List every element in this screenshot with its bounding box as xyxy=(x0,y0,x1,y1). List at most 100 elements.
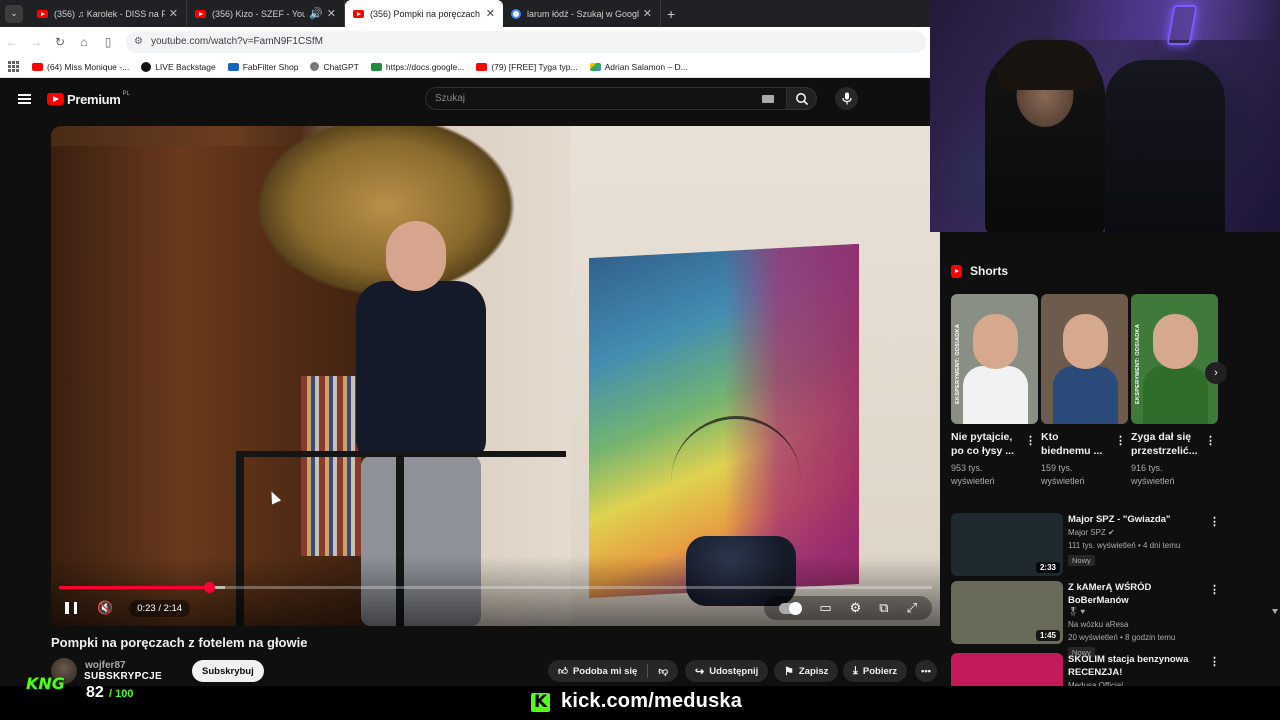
video-thumbnail[interactable]: 1:45 xyxy=(951,581,1063,644)
autoplay-toggle[interactable] xyxy=(779,601,803,615)
video-title[interactable]: Major SPZ - "Gwiazda" xyxy=(1068,513,1208,526)
save-button[interactable]: ⚑ Zapisz xyxy=(774,660,839,682)
tab-close-icon[interactable]: ✕ xyxy=(486,7,495,20)
bookmark-item[interactable]: (64) Miss Monique -... xyxy=(32,62,129,72)
share-button[interactable]: ↪ Udostępnij xyxy=(685,660,769,682)
subscribe-button[interactable]: Subskrybuj xyxy=(192,660,264,682)
like-button[interactable]: 👍︎ Podoba mi się xyxy=(548,660,647,682)
subscription-goal: KNG SUBSKRYPCJE 82 / 100 xyxy=(6,660,186,708)
more-vertical-icon[interactable]: ⋮ xyxy=(1025,434,1036,447)
bookmark-item[interactable]: (79) [FREE] Tyga typ... xyxy=(476,62,578,72)
player-controls-right: ▭ ⚙ ⧉ ⤢ xyxy=(764,596,932,620)
thumb-face xyxy=(1063,314,1108,369)
miniplayer-icon[interactable]: ⧉ xyxy=(879,600,888,616)
tab-close-icon[interactable]: ✕ xyxy=(643,7,652,20)
recommended-item[interactable]: 2:33 Major SPZ - "Gwiazda" Major SPZ ✔ 111 … xyxy=(951,513,1226,577)
progress-played xyxy=(59,586,210,589)
bookmark-item[interactable]: LIVE Backstage xyxy=(141,61,216,72)
tab-3[interactable]: larum łódź - Szukaj w Google ✕ xyxy=(503,0,661,27)
audio-icon[interactable]: 🔊 xyxy=(309,7,323,20)
tab-title: (356) Kizo - SZEF - YouTube xyxy=(212,8,305,19)
more-vertical-icon[interactable]: ⋮ xyxy=(1115,434,1126,447)
new-tab-icon[interactable]: + xyxy=(667,6,675,22)
search-button[interactable] xyxy=(787,87,817,110)
short-thumbnail[interactable]: EKSPERYMENT: ODSIADKA xyxy=(1131,294,1218,424)
new-badge: Nowy xyxy=(1068,555,1095,566)
microphone-icon xyxy=(841,92,852,105)
download-button[interactable]: ⤓ Pobierz xyxy=(843,660,908,682)
bookmark-item[interactable]: FabFilter Shop xyxy=(227,62,298,72)
split-view-icon[interactable]: ▯ xyxy=(96,35,120,49)
url-input[interactable]: ⚙ youtube.com/watch?v=FamN9F1CSfM xyxy=(126,30,926,53)
more-vertical-icon[interactable]: ⋮ xyxy=(1209,655,1220,668)
progress-bar[interactable] xyxy=(59,582,932,593)
channel-name[interactable]: Major SPZ ✔ xyxy=(1068,528,1115,537)
kick-logo-icon xyxy=(531,692,550,712)
voice-search-button[interactable] xyxy=(835,87,858,110)
subtitles-icon[interactable]: ▭ xyxy=(819,600,831,616)
menu-icon[interactable] xyxy=(18,92,31,107)
tab-title: (356) Pompki na poręczach z fo xyxy=(370,8,482,19)
mute-icon[interactable]: 🔇 xyxy=(97,600,113,616)
shorts-next-button[interactable]: › xyxy=(1205,362,1227,384)
more-vertical-icon[interactable]: ⋮ xyxy=(1209,515,1220,528)
google-drive-icon xyxy=(589,62,601,71)
video-title[interactable]: SKOLIM stacja benzynowa RECENZJA! xyxy=(1068,653,1208,679)
more-vertical-icon[interactable]: ⋮ xyxy=(1209,583,1220,596)
scroll-down-icon[interactable] xyxy=(1272,609,1278,614)
forward-icon[interactable]: → xyxy=(24,35,48,49)
short-title[interactable]: Nie pytajcie, po co łysy ... xyxy=(951,430,1017,458)
home-icon[interactable]: ⌂ xyxy=(72,35,96,49)
channel-name[interactable]: Na wózku aResa xyxy=(1068,620,1128,629)
tab-close-icon[interactable]: ✕ xyxy=(169,7,178,20)
short-thumbnail[interactable]: EKSPERYMENT: ODSIADKA xyxy=(951,294,1038,424)
dislike-button[interactable]: 👎︎ xyxy=(648,660,678,682)
tab-title: larum łódź - Szukaj w Google xyxy=(527,8,639,19)
short-title[interactable]: Zyga dał się przestrzelić... xyxy=(1131,430,1198,458)
pause-icon[interactable] xyxy=(65,602,77,614)
search-input[interactable]: Szukaj xyxy=(425,87,787,110)
bookmark-item[interactable]: ChatGPT xyxy=(310,62,359,72)
king-logo: KNG xyxy=(26,674,65,693)
goal-label: SUBSKRYPCJE xyxy=(84,671,162,682)
keyboard-icon[interactable] xyxy=(762,95,774,103)
short-title[interactable]: Kto biednemu ... xyxy=(1041,430,1107,458)
fullscreen-icon[interactable]: ⤢ xyxy=(907,600,917,616)
browser-tab-strip: ⌄ (356) ♫ Karolek - DISS na Pobl ✕ (356)… xyxy=(0,0,930,27)
back-icon[interactable]: ← xyxy=(0,35,24,49)
bookmark-item[interactable]: Adrian Salamon – D... xyxy=(589,62,688,72)
youtube-logo[interactable]: Premium PL xyxy=(47,91,130,107)
download-icon: ⤓ xyxy=(853,664,858,677)
short-card[interactable]: EKSPERYMENT: ODSIADKA Zyga dał się przest… xyxy=(1131,294,1218,488)
short-thumbnail[interactable] xyxy=(1041,294,1128,424)
thumb-face xyxy=(1153,314,1198,369)
bookmarks-bar: (64) Miss Monique -... LIVE Backstage Fa… xyxy=(0,56,930,78)
settings-gear-icon[interactable]: ⚙ xyxy=(850,600,862,616)
more-vertical-icon[interactable]: ⋮ xyxy=(1205,434,1216,447)
short-card[interactable]: EKSPERYMENT: ODSIADKA Nie pytajcie, po co… xyxy=(951,294,1038,488)
shorts-header: Shorts xyxy=(951,262,1008,280)
video-title[interactable]: Z kAMerĄ WŚRÓD BoBerManów xyxy=(1068,581,1208,607)
tab-close-icon[interactable]: ✕ xyxy=(327,7,336,20)
apps-grid-icon[interactable] xyxy=(8,60,20,73)
video-thumbnail[interactable]: 2:33 xyxy=(951,513,1063,576)
video-meta: 20 wyświetleń • 8 godzin temu xyxy=(1068,633,1176,642)
logo-region: PL xyxy=(122,91,130,97)
more-actions-button[interactable]: ••• xyxy=(915,660,937,682)
recommended-item[interactable]: 1:45 Z kAMerĄ WŚRÓD BoBerManów 🎖 ♥ Na wózku… xyxy=(951,581,1226,658)
bookmark-item[interactable]: https://docs.google... xyxy=(370,62,464,72)
tab-search-icon[interactable]: ⌄ xyxy=(5,4,23,23)
backstage-icon xyxy=(141,61,152,72)
thumbs-down-icon: 👎︎ xyxy=(658,666,668,677)
short-views: 953 tys. wyświetleń xyxy=(951,463,995,486)
reload-icon[interactable]: ↻ xyxy=(48,35,72,49)
site-info-icon[interactable]: ⚙ xyxy=(134,36,143,47)
player-controls: 🔇 0:23 / 2:14 ▭ ⚙ ⧉ ⤢ xyxy=(51,596,940,620)
youtube-icon xyxy=(476,62,488,71)
tab-0[interactable]: (356) ♫ Karolek - DISS na Pobl ✕ xyxy=(29,0,187,27)
short-card[interactable]: Kto biednemu ... 159 tys. wyświetleń ⋮ xyxy=(1041,294,1128,488)
video-player[interactable]: 🔇 0:23 / 2:14 ▭ ⚙ ⧉ ⤢ xyxy=(51,126,940,626)
tab-1[interactable]: (356) Kizo - SZEF - YouTube 🔊 ✕ xyxy=(187,0,345,27)
tab-2[interactable]: (356) Pompki na poręczach z fo ✕ xyxy=(345,0,503,27)
logo-text: Premium xyxy=(67,91,121,107)
